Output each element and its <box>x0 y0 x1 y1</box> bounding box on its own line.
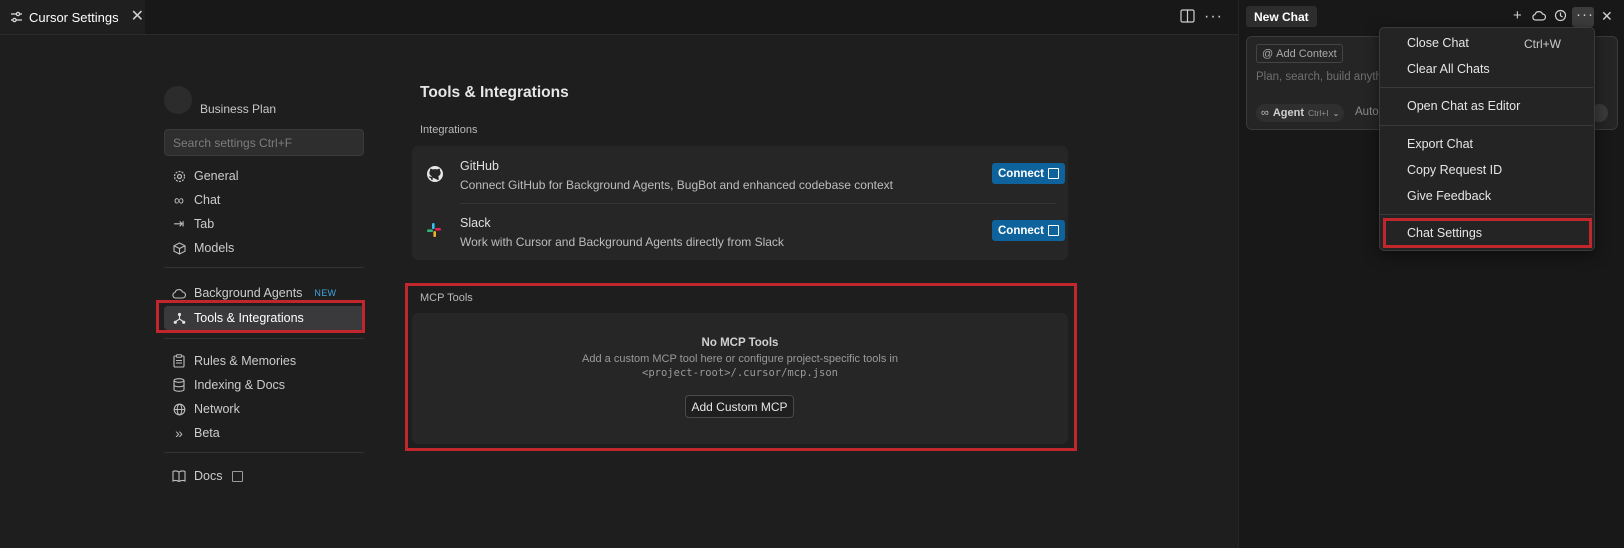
mcp-section-title: MCP Tools <box>420 292 473 304</box>
editor-tab-bar <box>0 0 1238 35</box>
cloud-icon <box>172 286 186 300</box>
sidebar-item-general[interactable]: General <box>164 164 364 188</box>
tools-icon <box>172 311 186 325</box>
chat-tab-new-chat[interactable]: New Chat <box>1246 6 1317 27</box>
sidebar-item-label: Rules & Memories <box>194 354 297 368</box>
sidebar-divider <box>164 338 364 339</box>
menu-item-clear-all-chats[interactable]: Clear All Chats <box>1407 62 1490 76</box>
sidebar-item-label: Beta <box>194 426 220 440</box>
external-link-icon <box>232 470 244 482</box>
sidebar-item-label: General <box>194 169 239 183</box>
mcp-tools-card: No MCP Tools Add a custom MCP tool here … <box>412 313 1068 444</box>
sidebar-item-rules-memories[interactable]: Rules & Memories <box>164 349 364 373</box>
sidebar-item-label: Indexing & Docs <box>194 378 286 392</box>
sidebar-item-label: Chat <box>194 193 221 207</box>
mcp-empty-description: Add a custom MCP tool here or configure … <box>582 353 898 365</box>
add-context-button[interactable]: @ Add Context <box>1256 44 1343 63</box>
book-icon <box>172 469 186 483</box>
sidebar-item-background-agents[interactable]: Background Agents NEW <box>164 281 364 305</box>
sidebar-item-tools-integrations[interactable]: Tools & Integrations <box>164 306 364 330</box>
sidebar-divider <box>164 267 364 268</box>
integration-name: Slack <box>460 216 491 230</box>
integrations-section-title: Integrations <box>420 124 478 136</box>
connect-github-button[interactable]: Connect <box>992 163 1065 184</box>
sidebar-item-label: Tab <box>194 217 215 231</box>
tab-arrow-icon: ⇥ <box>173 216 185 231</box>
infinity-icon: ∞ <box>174 192 184 208</box>
sidebar-item-network[interactable]: Network <box>164 397 364 421</box>
sidebar-item-docs[interactable]: Docs <box>164 464 364 488</box>
menu-item-give-feedback[interactable]: Give Feedback <box>1407 189 1491 203</box>
tab-cursor-settings[interactable]: Cursor Settings ✕ <box>0 0 145 34</box>
plan-name: Business Plan <box>200 102 277 116</box>
globe-icon <box>172 402 186 416</box>
connect-button-label: Connect <box>998 224 1044 237</box>
sidebar-item-label: Docs <box>194 469 223 483</box>
add-context-label: Add Context <box>1276 47 1337 60</box>
page-title: Tools & Integrations <box>420 84 569 101</box>
chevron-down-icon: ⌄ <box>1332 108 1340 118</box>
gear-icon <box>172 169 186 183</box>
database-icon <box>172 378 186 392</box>
menu-divider <box>1379 87 1593 88</box>
at-icon: @ <box>1262 47 1274 60</box>
sidebar-item-models[interactable]: Models <box>164 236 364 260</box>
integration-row-github: GitHub Connect GitHub for Background Age… <box>412 146 1068 204</box>
mcp-config-path: <project-root>/.cursor/mcp.json <box>642 367 838 379</box>
sidebar-item-label: Tools & Integrations <box>194 311 304 325</box>
integrations-card: GitHub Connect GitHub for Background Age… <box>412 146 1068 260</box>
cloud-icon[interactable] <box>1532 10 1546 21</box>
model-selector[interactable]: Auto <box>1355 106 1379 118</box>
sidebar-item-indexing-docs[interactable]: Indexing & Docs <box>164 373 364 397</box>
menu-item-close-chat[interactable]: Close Chat <box>1407 36 1469 50</box>
infinity-icon: ∞ <box>1261 107 1269 119</box>
sidebar-item-label: Background Agents <box>194 286 303 300</box>
menu-item-export-chat[interactable]: Export Chat <box>1407 137 1473 151</box>
external-link-icon <box>1048 225 1059 236</box>
mcp-empty-title: No MCP Tools <box>701 337 779 349</box>
close-icon[interactable]: ✕ <box>1601 7 1613 25</box>
sidebar-item-chat[interactable]: ∞ Chat <box>164 188 364 212</box>
external-link-icon <box>1048 168 1059 179</box>
slack-icon <box>426 222 442 238</box>
sidebar-item-tab[interactable]: ⇥ Tab <box>164 212 364 236</box>
menu-item-copy-request-id[interactable]: Copy Request ID <box>1407 163 1502 177</box>
sidebar-item-label: Network <box>194 402 240 416</box>
add-custom-mcp-button[interactable]: Add Custom MCP <box>685 395 794 418</box>
integration-description: Work with Cursor and Background Agents d… <box>460 235 784 249</box>
menu-item-open-chat-as-editor[interactable]: Open Chat as Editor <box>1407 99 1520 113</box>
github-icon <box>426 165 444 183</box>
plus-icon[interactable]: + <box>1513 7 1522 25</box>
integration-name: GitHub <box>460 159 499 173</box>
menu-divider <box>1379 125 1593 126</box>
history-icon[interactable] <box>1554 9 1567 22</box>
search-settings-input[interactable] <box>164 129 364 156</box>
menu-divider <box>1379 214 1593 215</box>
split-editor-icon[interactable] <box>1180 9 1195 23</box>
more-actions-icon[interactable]: ··· <box>1204 8 1223 26</box>
clipboard-icon <box>172 354 186 368</box>
sidebar-divider <box>164 452 364 453</box>
integration-row-slack: Slack Work with Cursor and Background Ag… <box>412 203 1068 260</box>
avatar <box>164 86 192 114</box>
agent-mode-label: Agent <box>1272 107 1305 119</box>
settings-sliders-icon <box>10 11 23 23</box>
cube-icon <box>172 241 186 255</box>
new-badge: NEW <box>314 288 337 298</box>
agent-shortcut: Ctrl+I <box>1308 108 1329 118</box>
more-actions-icon[interactable]: ··· <box>1576 6 1594 24</box>
menu-shortcut: Ctrl+W <box>1524 37 1561 51</box>
chat-input-placeholder[interactable]: Plan, search, build anyth <box>1256 71 1382 83</box>
tab-title: Cursor Settings <box>29 9 119 25</box>
sidebar-item-beta[interactable]: » Beta <box>164 421 364 445</box>
menu-item-chat-settings[interactable]: Chat Settings <box>1407 226 1482 240</box>
agent-mode-selector[interactable]: ∞ Agent Ctrl+I ⌄ <box>1256 104 1345 122</box>
chevrons-right-icon: » <box>175 425 183 441</box>
sidebar-item-label: Models <box>194 241 235 255</box>
connect-button-label: Connect <box>998 167 1044 180</box>
integration-description: Connect GitHub for Background Agents, Bu… <box>460 178 893 192</box>
connect-slack-button[interactable]: Connect <box>992 220 1065 241</box>
close-icon[interactable]: ✕ <box>131 9 144 25</box>
